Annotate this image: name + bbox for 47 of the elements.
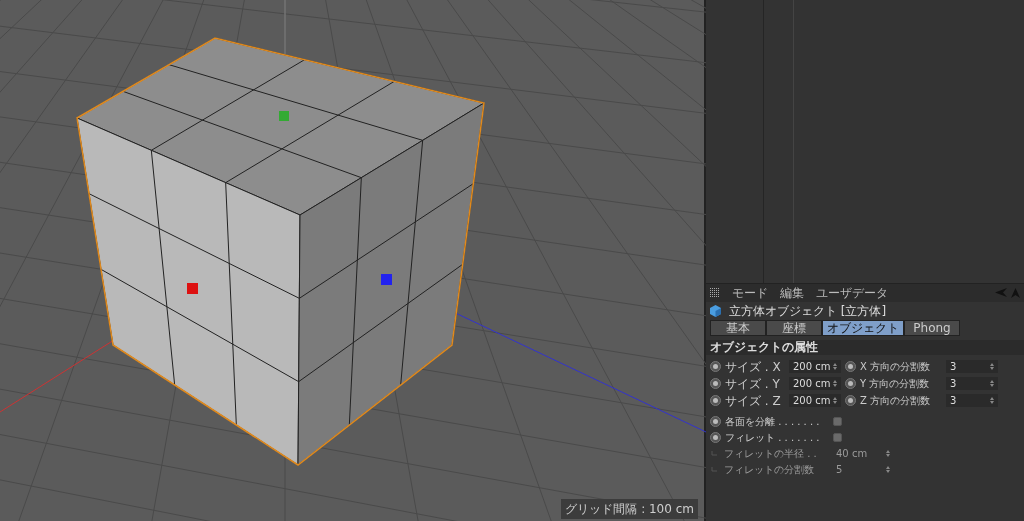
- param-label: サイズ . Z: [725, 392, 782, 410]
- number-field[interactable]: 3: [946, 360, 998, 373]
- radio-icon[interactable]: [845, 361, 856, 372]
- checkbox[interactable]: [833, 432, 842, 442]
- tab[interactable]: 座標: [766, 320, 822, 336]
- param-label: サイズ . Y: [725, 375, 781, 393]
- spinner-icon[interactable]: [833, 363, 837, 370]
- tab[interactable]: Phong: [904, 320, 960, 336]
- param-label: サイズ . X: [725, 358, 782, 376]
- x-axis-handle-icon[interactable]: [187, 283, 198, 294]
- number-field[interactable]: 200 cm: [789, 360, 841, 373]
- grip-icon[interactable]: [710, 288, 720, 298]
- menu-item[interactable]: ユーザデータ: [816, 284, 888, 302]
- number-field[interactable]: 3: [946, 377, 998, 390]
- menu-item[interactable]: 編集: [780, 284, 804, 302]
- radio-icon[interactable]: [710, 361, 721, 372]
- tab[interactable]: オブジェクト: [822, 320, 904, 336]
- radio-icon[interactable]: [710, 378, 721, 389]
- radio-icon[interactable]: [845, 395, 856, 406]
- option-label: フィレット . . . . . . .: [725, 430, 821, 445]
- option-label: フィレットの分割数: [724, 462, 815, 477]
- radio-icon[interactable]: [710, 431, 721, 443]
- checkbox[interactable]: [833, 416, 842, 426]
- y-axis-handle-icon[interactable]: [279, 111, 289, 121]
- tab[interactable]: 基本: [710, 320, 766, 336]
- spinner-icon[interactable]: [990, 380, 994, 387]
- number-field[interactable]: 3: [946, 394, 998, 407]
- section-header: オブジェクトの属性: [706, 340, 1024, 355]
- cube-icon: [710, 305, 721, 317]
- radio-icon[interactable]: [710, 395, 721, 406]
- param-label: X 方向の分割数: [860, 360, 932, 374]
- spinner-icon[interactable]: [990, 363, 994, 370]
- object-title: 立方体オブジェクト [立方体]: [729, 303, 887, 320]
- grid-spacing-label: グリッド間隔 : 100 cm: [561, 499, 698, 519]
- param-label: Y 方向の分割数: [860, 377, 931, 391]
- param-label: Z 方向の分割数: [860, 394, 932, 408]
- number-field[interactable]: 200 cm: [789, 394, 841, 407]
- radio-icon[interactable]: [710, 415, 721, 427]
- option-label: 各面を分離 . . . . . . .: [725, 414, 821, 429]
- option-label: フィレットの半径 . .: [724, 446, 818, 461]
- menu-item[interactable]: モード: [732, 284, 768, 302]
- radio-icon[interactable]: [845, 378, 856, 389]
- spinner-icon[interactable]: [990, 397, 994, 404]
- spinner-icon[interactable]: [833, 397, 837, 404]
- z-axis-handle-icon[interactable]: [381, 274, 392, 285]
- number-field[interactable]: 200 cm: [789, 377, 841, 390]
- spinner-icon[interactable]: [833, 380, 837, 387]
